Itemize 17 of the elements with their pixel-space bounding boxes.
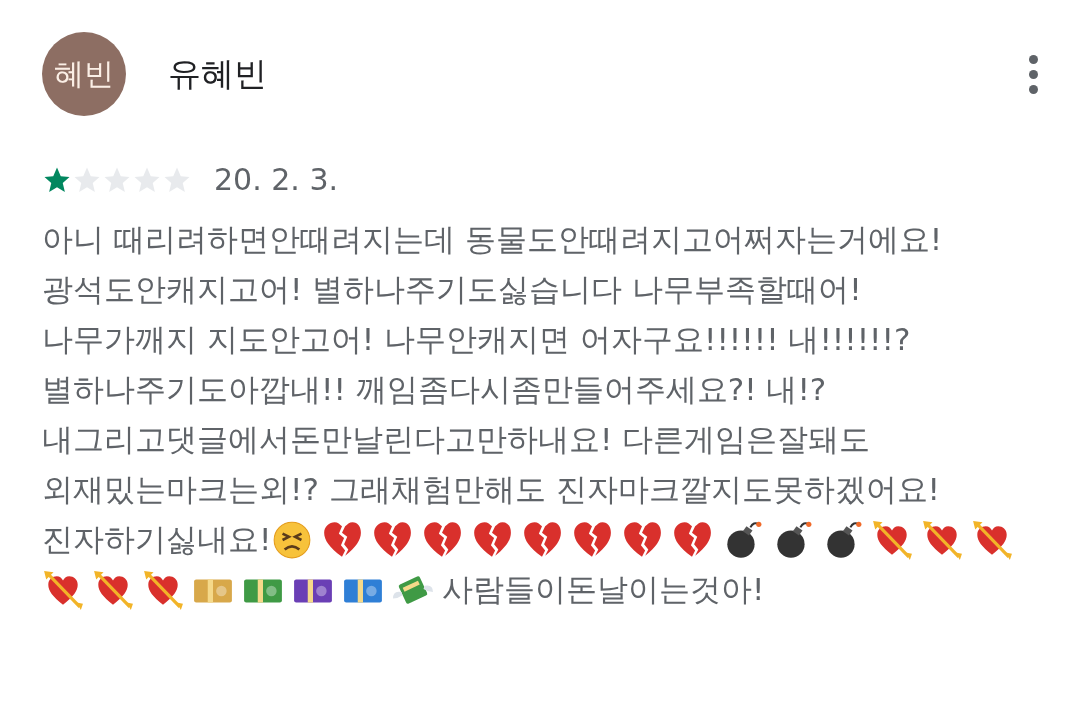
review-text: 나무가깨지 지도안고어! 나무안캐지면 어자구요!!!!!! 내!!!!!!?	[42, 320, 911, 359]
heart-arrow-icon	[871, 519, 914, 561]
review-text: 별하나주기도아깝내!! 깨임좀다시좀만들어주세요?! 내!?	[42, 370, 827, 409]
review-text: 외재밌는마크는외!? 그래채험만해도 진자마크깔지도못하겠어요!	[42, 470, 941, 509]
heart-arrow-icon	[921, 519, 964, 561]
review-text: 광석도안캐지고어! 별하나주기도싫습니다 나무부족할때어!	[42, 270, 862, 309]
heart-arrow-icon	[142, 569, 184, 611]
heart-arrow-icon	[92, 569, 134, 611]
review-date: 20. 2. 3.	[214, 162, 339, 197]
heart-arrow-icon	[42, 569, 84, 611]
avatar: 혜빈	[42, 32, 126, 116]
review-text: 아니 때리려하면안때려지는데 동물도안때려지고어쩌자는거에요!	[42, 220, 943, 259]
heart-arrow-icon	[971, 519, 1014, 561]
review-text: 사람들이돈날이는것아!	[442, 570, 765, 609]
review-text: 내그리고댓글에서돈만날린다고만하내요! 다른게임은잘돼도	[42, 420, 871, 459]
review-text: 진자하기싫내요!	[42, 520, 272, 559]
author-name: 유혜빈	[168, 52, 268, 95]
